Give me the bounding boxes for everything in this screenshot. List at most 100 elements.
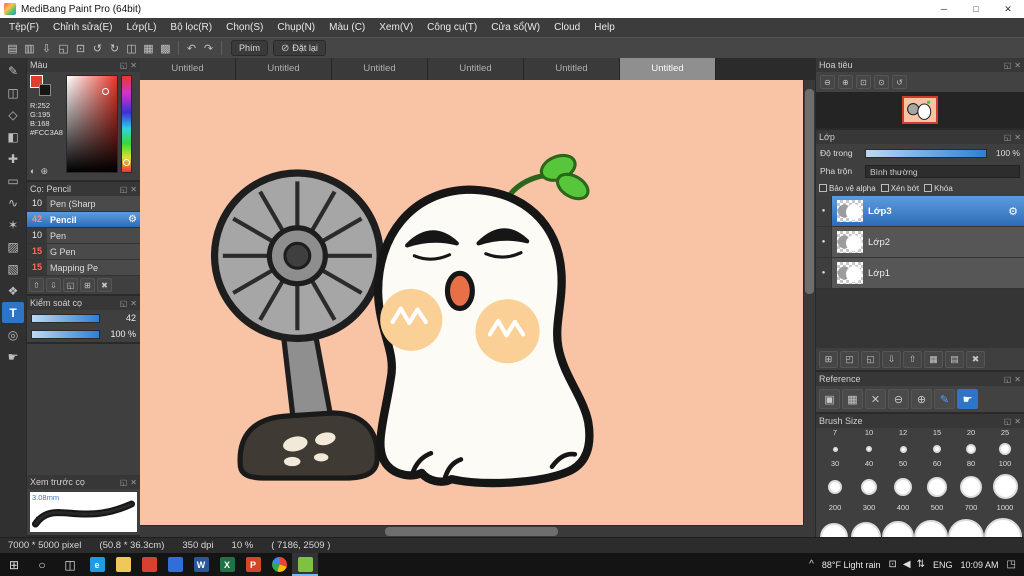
eraser-tool-icon[interactable]: ◫ (2, 82, 24, 103)
brush-size-option[interactable] (886, 477, 920, 496)
layer-settings-icon[interactable]: ▤ (945, 350, 964, 368)
photos-icon[interactable] (136, 553, 162, 576)
word-icon[interactable]: W (188, 553, 214, 576)
delete-brush-icon[interactable]: ✖ (97, 278, 112, 292)
sv-marker[interactable] (102, 87, 109, 95)
layer-option-checkbox[interactable]: Xén bớt (880, 184, 919, 193)
task-view-icon[interactable]: ◫ (56, 553, 84, 576)
horizontal-scrollbar[interactable] (140, 525, 803, 537)
paste-icon[interactable]: ⊡ (72, 40, 89, 57)
edge-icon[interactable]: e (84, 553, 110, 576)
close-button[interactable]: ✕ (992, 0, 1024, 18)
add-brush-icon[interactable]: ⊞ (80, 278, 95, 292)
document-tab[interactable]: Untitled (140, 58, 236, 80)
zoom-in-icon[interactable]: ⊕ (838, 75, 853, 89)
eyedropper-tool-icon[interactable]: ◎ (2, 324, 24, 345)
brush-item[interactable]: 10 Pen (27, 228, 140, 244)
hidden-icons-chevron[interactable]: ^ (809, 559, 814, 570)
brush-size-option[interactable] (818, 446, 852, 452)
brush-size-option[interactable] (818, 523, 850, 537)
layer-row[interactable]: ● Lớp3 ⚙ (816, 196, 1024, 227)
network-icon[interactable]: ⇅ (917, 559, 925, 570)
brush-size-option[interactable] (954, 475, 988, 498)
panel-close-icon[interactable]: ✕ (1014, 61, 1021, 70)
panel-close-icon[interactable]: ✕ (1014, 375, 1021, 384)
hand-tool-icon[interactable]: ☛ (2, 346, 24, 367)
hue-slider[interactable] (121, 75, 132, 173)
reset-button[interactable]: ⊘ Đặt lại (273, 40, 326, 56)
keyboard-shortcut-button[interactable]: Phím (231, 40, 269, 56)
grid-icon[interactable]: ▦ (140, 40, 157, 57)
menu-item[interactable]: Màu (C) (322, 18, 372, 37)
navigator-thumbnail[interactable] (902, 96, 938, 124)
panel-close-icon[interactable]: ✕ (130, 61, 137, 70)
layer-row[interactable]: ● Lớp1 (816, 258, 1024, 289)
canvas[interactable] (140, 80, 815, 537)
ref-zoom-out-icon[interactable]: ⊖ (888, 389, 909, 409)
minimize-button[interactable]: ─ (928, 0, 960, 18)
search-icon[interactable]: ○ (28, 553, 56, 576)
document-tab[interactable]: Untitled (236, 58, 332, 80)
document-tab[interactable]: Untitled (620, 58, 716, 80)
menu-item[interactable]: Chọn(S) (219, 18, 270, 37)
menu-item[interactable]: Chụp(N) (270, 18, 322, 37)
layer-mask-icon[interactable]: ▦ (924, 350, 943, 368)
material-icon[interactable]: ▩ (157, 40, 174, 57)
store-icon[interactable] (162, 553, 188, 576)
panel-popout-icon[interactable]: ◱ (1004, 375, 1012, 384)
layer-row[interactable]: ● Lớp2 (816, 227, 1024, 258)
rotate-right-icon[interactable]: ↻ (106, 40, 123, 57)
layer-option-checkbox[interactable]: Khóa (924, 184, 953, 193)
lasso-tool-icon[interactable]: ∿ (2, 192, 24, 213)
new-layer-icon[interactable]: ⊞ (819, 350, 838, 368)
checkbox-icon[interactable] (924, 184, 933, 192)
menu-item[interactable]: Bộ lọc(R) (163, 18, 219, 37)
excel-icon[interactable]: X (214, 553, 240, 576)
magic-wand-tool-icon[interactable]: ✶ (2, 214, 24, 235)
brush-tool-icon[interactable]: ✎ (2, 60, 24, 81)
panel-popout-icon[interactable]: ◱ (1004, 417, 1012, 426)
panel-popout-icon[interactable]: ◱ (120, 299, 128, 308)
brush-size-option[interactable] (852, 478, 886, 495)
move-tool-icon[interactable]: ✚ (2, 148, 24, 169)
chrome-icon[interactable] (266, 553, 292, 576)
menu-item[interactable]: Chỉnh sửa(E) (46, 18, 120, 37)
delete-layer-icon[interactable]: ✖ (966, 350, 985, 368)
brush-size-option[interactable] (948, 519, 984, 537)
bucket-tool-icon[interactable]: ◧ (2, 126, 24, 147)
select-eraser-tool-icon[interactable]: ▧ (2, 258, 24, 279)
brush-opacity-slider[interactable] (31, 329, 100, 339)
speaker-icon[interactable]: ◀ (903, 559, 911, 570)
menu-item[interactable]: Xem(V) (372, 18, 420, 37)
up-icon[interactable]: ⇧ (29, 278, 44, 292)
undo-icon[interactable]: ↶ (183, 40, 200, 57)
hue-marker[interactable] (123, 158, 130, 166)
image-icon[interactable]: ▣ (819, 389, 840, 409)
layer-opacity-slider[interactable] (865, 148, 987, 158)
rect-select-tool-icon[interactable]: ▭ (2, 170, 24, 191)
gear-icon[interactable]: ⚙ (1008, 205, 1024, 218)
transfer-icon[interactable]: ⇧ (903, 350, 922, 368)
brush-size-option[interactable] (914, 520, 948, 537)
medibang-icon[interactable] (292, 553, 318, 576)
color-wheel-icon[interactable]: ◐ (30, 166, 35, 177)
ref-clear-icon[interactable]: ✕ (865, 389, 886, 409)
display-icon[interactable]: ⊡ (889, 559, 897, 570)
weather-display[interactable]: 88°F Light rain (822, 560, 881, 570)
panel-popout-icon[interactable]: ◱ (1004, 133, 1012, 142)
panel-close-icon[interactable]: ✕ (1014, 133, 1021, 142)
menu-item[interactable]: Help (587, 18, 622, 37)
blend-mode-select[interactable]: Bình thường (865, 164, 1020, 178)
panel-close-icon[interactable]: ✕ (1014, 417, 1021, 426)
vertical-scrollbar[interactable] (803, 80, 815, 525)
brush-size-option[interactable] (886, 445, 920, 453)
copy-icon[interactable]: ◱ (55, 40, 72, 57)
brush-item[interactable]: 15 Mapping Pe (27, 260, 140, 276)
action-center-icon[interactable]: ◳ (1007, 559, 1016, 570)
ref-pencil-icon[interactable]: ✎ (934, 389, 955, 409)
redo-icon[interactable]: ↷ (200, 40, 217, 57)
save-icon[interactable]: ▥ (21, 40, 38, 57)
gear-icon[interactable]: ⚙ (128, 214, 140, 225)
menu-item[interactable]: Cửa sổ(W) (484, 18, 547, 37)
document-tab[interactable]: Untitled (524, 58, 620, 80)
